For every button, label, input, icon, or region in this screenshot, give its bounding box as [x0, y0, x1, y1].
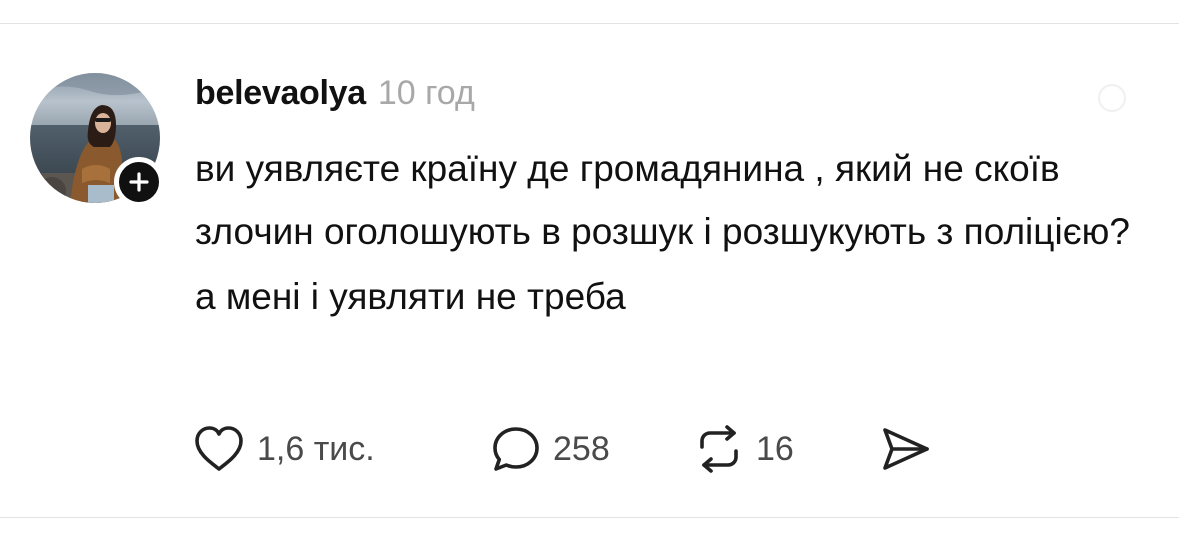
follow-button[interactable]: [114, 157, 164, 207]
comment-text: ви уявляєте країну де громадянина , який…: [195, 137, 1135, 328]
avatar-container[interactable]: [30, 73, 164, 207]
share-button[interactable]: [880, 425, 932, 473]
reply-count: 258: [553, 429, 610, 468]
like-count: 1,6 тис.: [257, 429, 375, 468]
repost-count: 16: [756, 429, 794, 468]
username[interactable]: belevaolya: [195, 74, 366, 113]
comment-paragraph: а мені і уявляти не треба: [195, 276, 626, 317]
heart-icon: [195, 426, 243, 471]
send-icon: [883, 428, 929, 470]
timestamp: 10 год: [377, 74, 475, 112]
repost-icon: [700, 425, 738, 473]
more-icon: [1098, 84, 1126, 112]
comment-actions: 1,6 тис. 258 16: [193, 423, 932, 475]
comment-paragraph: ви уявляєте країну де громадянина , який…: [195, 148, 1130, 252]
top-divider: [0, 23, 1179, 24]
reply-button[interactable]: 258: [491, 425, 694, 473]
comment-header: belevaolya 10 год: [195, 74, 475, 120]
plus-icon: [129, 172, 149, 192]
repost-button[interactable]: 16: [694, 425, 880, 473]
comment-bubble-icon: [493, 427, 539, 471]
more-options-button[interactable]: [1092, 78, 1132, 118]
like-button[interactable]: 1,6 тис.: [193, 425, 491, 473]
bottom-divider: [0, 517, 1179, 518]
